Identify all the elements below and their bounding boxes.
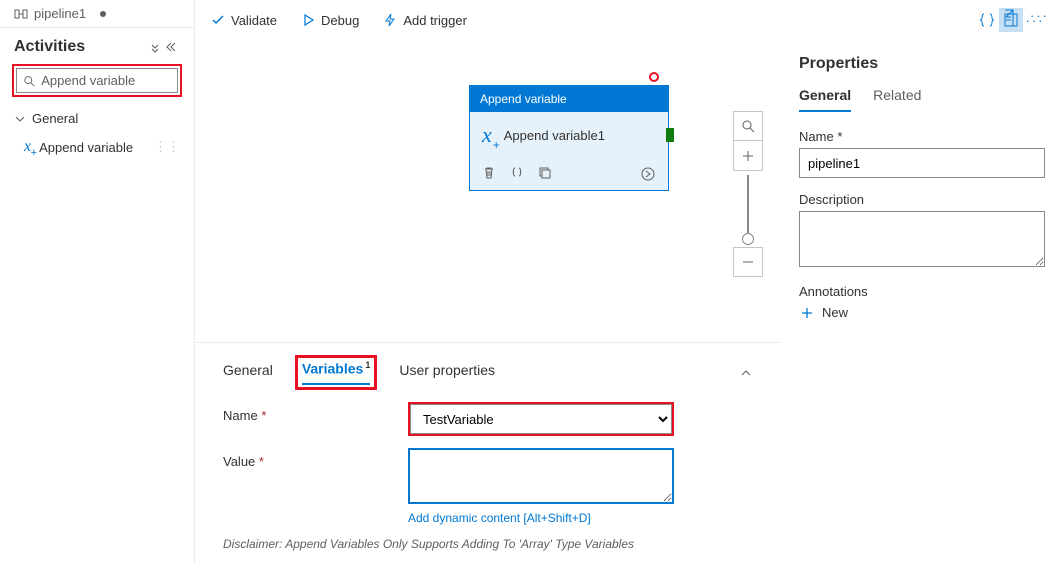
variable-x-icon: x+ <box>24 138 31 156</box>
prop-name-input[interactable] <box>799 148 1045 178</box>
code-view-button[interactable] <box>975 8 999 32</box>
search-icon <box>741 119 755 133</box>
zoom-fit-button[interactable] <box>733 111 763 141</box>
copy-icon[interactable] <box>538 166 552 180</box>
tab-user-properties[interactable]: User properties <box>399 362 495 384</box>
output-icon[interactable] <box>640 166 656 182</box>
node-toolbar <box>470 158 668 190</box>
value-textarea[interactable] <box>408 448 674 504</box>
collapse-up-icon[interactable] <box>739 366 753 380</box>
grip-icon: ⋮⋮ <box>154 139 180 155</box>
add-trigger-button[interactable]: Add trigger <box>383 13 467 28</box>
delete-icon[interactable] <box>482 166 496 180</box>
activities-title: Activities <box>14 38 85 56</box>
prop-annot-label: Annotations <box>799 284 1045 299</box>
activity-append-variable[interactable]: x+ Append variable ⋮⋮ <box>0 132 194 162</box>
node-body: x+ Append variable1 <box>470 112 668 158</box>
unsaved-dot-icon <box>100 11 106 17</box>
activities-header: Activities <box>0 28 194 64</box>
value-label: Value * <box>223 448 408 469</box>
activities-sidebar: pipeline1 Activities General x+ Append <box>0 0 195 563</box>
check-icon <box>211 13 225 27</box>
prop-tab-general[interactable]: General <box>799 87 851 112</box>
collapse-panel-icon[interactable] <box>166 40 180 54</box>
prop-desc-label: Description <box>799 192 1045 207</box>
more-icon[interactable]: ··· <box>1030 8 1049 23</box>
activity-settings-panel: General Variables1 User properties Name … <box>195 342 781 563</box>
add-dynamic-content-link[interactable]: Add dynamic content [Alt+Shift+D] <box>408 511 674 525</box>
new-annotation-button[interactable]: New <box>800 305 1045 320</box>
variables-highlight: Variables1 <box>295 355 378 390</box>
search-input[interactable] <box>41 73 171 88</box>
activity-label: Append variable <box>39 140 133 155</box>
zoom-out-button[interactable] <box>733 247 763 277</box>
validate-button[interactable]: Validate <box>211 13 277 28</box>
tab-variables[interactable]: Variables1 <box>302 360 371 385</box>
chevron-down-icon <box>14 113 26 125</box>
success-handle[interactable] <box>666 128 674 142</box>
tab-general[interactable]: General <box>223 362 273 384</box>
play-icon <box>301 13 315 27</box>
zoom-slider[interactable] <box>747 175 749 243</box>
braces-icon <box>979 12 995 28</box>
plus-icon <box>742 150 754 162</box>
variable-name-select[interactable]: TestVariable <box>410 404 672 434</box>
category-label: General <box>32 111 78 126</box>
search-icon <box>23 74 35 88</box>
prop-name-label: Name * <box>799 129 1045 144</box>
search-highlight <box>12 64 182 97</box>
name-highlight: TestVariable <box>408 402 674 436</box>
bolt-icon <box>383 13 397 27</box>
collapse-all-icon[interactable] <box>148 40 162 54</box>
action-toolbar: Validate Debug Add trigger ··· <box>195 0 1063 41</box>
activity-node[interactable]: Append variable x+ Append variable1 <box>469 85 669 191</box>
search-box[interactable] <box>16 68 178 93</box>
pipeline-icon <box>14 7 28 21</box>
canvas[interactable]: Append variable x+ Append variable1 <box>195 41 781 563</box>
name-label: Name * <box>223 402 408 423</box>
prop-tab-related[interactable]: Related <box>873 87 921 112</box>
main-area: ··· Validate Debug Add trigger ··· <box>195 0 1063 563</box>
braces-icon[interactable] <box>510 166 524 180</box>
zoom-thumb[interactable] <box>742 233 754 245</box>
node-name: Append variable1 <box>504 128 605 143</box>
category-general[interactable]: General <box>0 105 194 132</box>
plus-icon <box>800 306 814 320</box>
minus-icon <box>742 256 754 268</box>
zoom-in-button[interactable] <box>733 141 763 171</box>
zoom-controls <box>733 111 763 277</box>
properties-title: Properties <box>799 55 1045 73</box>
tab-label: pipeline1 <box>34 6 86 21</box>
debug-button[interactable]: Debug <box>301 13 359 28</box>
node-title: Append variable <box>470 86 668 112</box>
pipeline-tab[interactable]: pipeline1 <box>0 0 194 28</box>
open-new-icon[interactable] <box>999 8 1015 24</box>
properties-panel: Properties General Related Name * Descri… <box>781 41 1063 563</box>
variable-x-icon: x+ <box>482 122 492 148</box>
prop-desc-textarea[interactable] <box>799 211 1045 267</box>
validation-marker-icon <box>649 72 659 82</box>
disclaimer-text: Disclaimer: Append Variables Only Suppor… <box>223 537 753 551</box>
bottom-tabs: General Variables1 User properties <box>223 343 753 402</box>
properties-tabs: General Related <box>799 87 1045 113</box>
